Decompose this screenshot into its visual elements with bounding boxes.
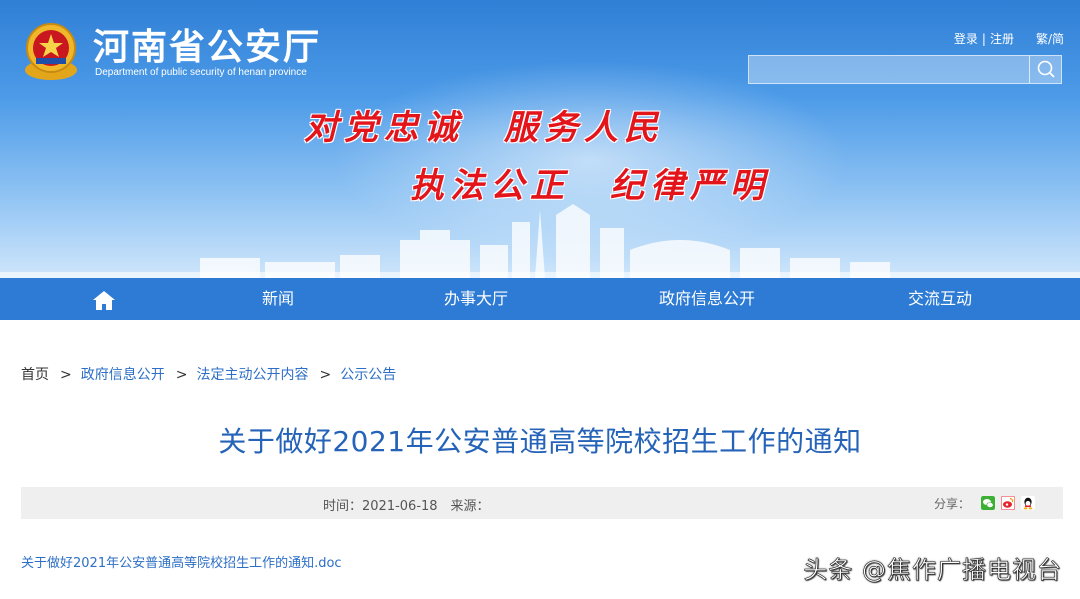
- breadcrumb-home[interactable]: 首页: [21, 364, 49, 384]
- nav-item-news[interactable]: 新闻: [262, 278, 294, 320]
- police-emblem: [25, 23, 77, 80]
- breadcrumb-sep: >: [319, 367, 332, 383]
- share-label: 分享：: [934, 497, 971, 511]
- search-button[interactable]: [1029, 56, 1061, 83]
- breadcrumb-statutory[interactable]: 法定主动公开内容: [196, 364, 308, 384]
- login-link[interactable]: 登录: [954, 30, 978, 47]
- top-links: 登录 | 注册 繁/简: [954, 30, 1064, 47]
- site-subtitle: Department of public security of henan p…: [95, 67, 307, 78]
- breadcrumb-sep: >: [60, 367, 72, 383]
- slogan-line-1: 对党忠诚 服务人民: [304, 108, 664, 148]
- breadcrumb-sep: >: [175, 367, 188, 383]
- article-title: 关于做好2021年公安普通高等院校招生工作的通知: [218, 425, 862, 458]
- nav-item-gov-info[interactable]: 政府信息公开: [659, 278, 755, 320]
- link-divider: |: [981, 32, 986, 46]
- site-title[interactable]: 河南省公安厅: [93, 18, 321, 70]
- article-meta-bar: 时间：2021-06-18 来源： 分享：: [21, 487, 1063, 519]
- main-nav: 新闻 办事大厅 政府信息公开 交流互动: [0, 278, 1080, 320]
- breadcrumb-gov-info[interactable]: 政府信息公开: [81, 364, 165, 384]
- nav-item-interaction[interactable]: 交流互动: [908, 278, 972, 320]
- breadcrumb: 首页 > 政府信息公开 > 法定主动公开内容 > 公示公告: [21, 364, 396, 384]
- city-skyline-illustration: [0, 204, 1080, 278]
- search-box: [748, 55, 1062, 84]
- search-input[interactable]: [749, 56, 1029, 83]
- qq-share-icon[interactable]: [1021, 496, 1035, 510]
- register-link[interactable]: 注册: [990, 30, 1014, 47]
- attachment-link[interactable]: 关于做好2021年公安普通高等院校招生工作的通知.doc: [21, 552, 342, 571]
- wechat-share-icon[interactable]: [981, 496, 995, 510]
- trad-simp-toggle[interactable]: 繁/简: [1036, 30, 1064, 47]
- weibo-share-icon[interactable]: [1001, 496, 1015, 510]
- header-banner: 河南省公安厅 Department of public security of …: [0, 0, 1080, 278]
- nav-item-service-hall[interactable]: 办事大厅: [444, 278, 508, 320]
- breadcrumb-notices[interactable]: 公示公告: [340, 364, 396, 384]
- search-icon: [1037, 60, 1055, 78]
- source-watermark: 头条 @焦作广播电视台: [803, 556, 1062, 585]
- article-meta: 时间：2021-06-18 来源：: [323, 499, 490, 514]
- home-icon[interactable]: [92, 289, 116, 311]
